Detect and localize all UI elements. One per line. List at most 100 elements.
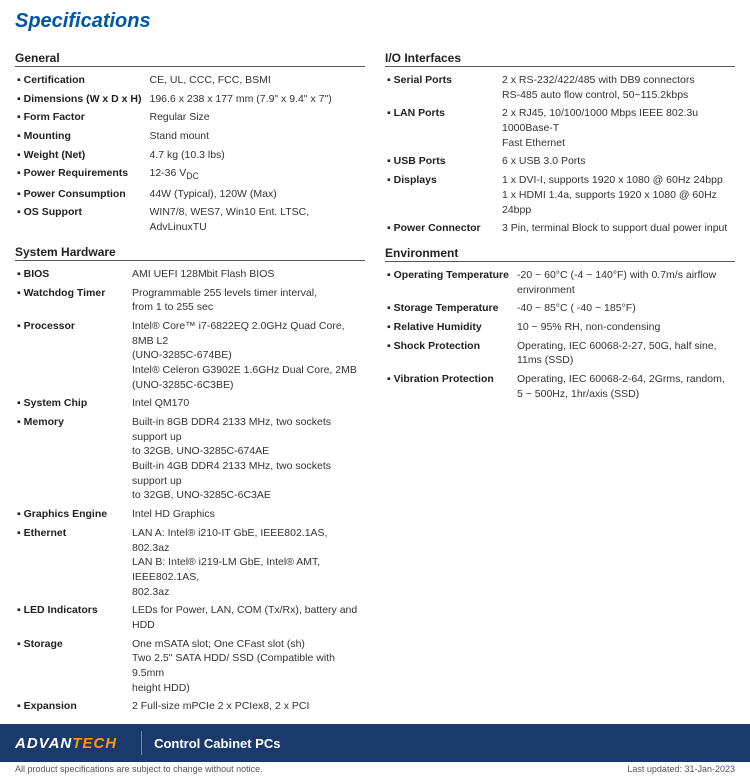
table-row: Relative Humidity10 ~ 95% RH, non-conden… [385,318,735,337]
spec-value: Operating, IEC 60068-2-64, 2Grms, random… [515,370,735,403]
spec-value: AMI UEFI 128Mbit Flash BIOS [130,265,365,284]
spec-label: Serial Ports [385,71,500,104]
spec-label: Relative Humidity [385,318,515,337]
spec-value: 10 ~ 95% RH, non-condensing [515,318,735,337]
spec-value: Intel QM170 [130,394,365,413]
spec-label: Weight (Net) [15,146,148,165]
spec-value: 4.7 kg (10.3 lbs) [148,146,366,165]
table-row: Graphics EngineIntel HD Graphics [15,505,365,524]
spec-value: 44W (Typical), 120W (Max) [148,185,366,204]
page-title: Specifications [15,10,735,33]
table-row: Watchdog TimerProgrammable 255 levels ti… [15,284,365,317]
table-row: OS SupportWIN7/8, WES7, Win10 Ent. LTSC,… [15,203,365,236]
page: Specifications General CertificationCE, … [0,0,750,776]
footer-logo: ADVANTECH [15,735,117,752]
spec-value: Regular Size [148,108,366,127]
spec-label: USB Ports [385,152,500,171]
spec-label: Storage [15,635,130,698]
spec-value: 1 x DVI-I, supports 1920 x 1080 @ 60Hz 2… [500,171,735,219]
spec-value: Built-in 8GB DDR4 2133 MHz, two sockets … [130,413,365,505]
section-general: General [15,51,365,67]
spec-label: Ethernet [15,524,130,601]
table-row: USB Ports6 x USB 3.0 Ports [385,152,735,171]
footer-bar: ADVANTECH Control Cabinet PCs [0,724,750,762]
spec-label: Shock Protection [385,337,515,370]
spec-value: LEDs for Power, LAN, COM (Tx/Rx), batter… [130,601,365,634]
spec-value: 12-36 VDC [148,164,366,184]
spec-label: Watchdog Timer [15,284,130,317]
spec-label: Certification [15,71,148,90]
spec-value: -20 ~ 60°C (-4 ~ 140°F) with 0.7m/s airf… [515,266,735,299]
columns: General CertificationCE, UL, CCC, FCC, B… [15,43,735,716]
table-row: Serial Ports2 x RS-232/422/485 with DB9 … [385,71,735,104]
table-row: CertificationCE, UL, CCC, FCC, BSMI [15,71,365,90]
col-left: General CertificationCE, UL, CCC, FCC, B… [15,43,365,716]
table-row: Weight (Net)4.7 kg (10.3 lbs) [15,146,365,165]
spec-label: Vibration Protection [385,370,515,403]
spec-label: Power Consumption [15,185,148,204]
spec-value: -40 ~ 85°C ( -40 ~ 185°F) [515,299,735,318]
spec-label: Storage Temperature [385,299,515,318]
footer-product: Control Cabinet PCs [154,736,280,751]
spec-value: 3 Pin, terminal Block to support dual po… [500,219,735,238]
table-row: Expansion2 Full-size mPCIe 2 x PCIex8, 2… [15,697,365,716]
section-env: Environment [385,246,735,262]
system-table: BIOSAMI UEFI 128Mbit Flash BIOSWatchdog … [15,265,365,716]
footer-note-right: Last updated: 31-Jan-2023 [627,764,735,774]
spec-label: Power Connector [385,219,500,238]
spec-label: Operating Temperature [385,266,515,299]
table-row: LED IndicatorsLEDs for Power, LAN, COM (… [15,601,365,634]
spec-value: Stand mount [148,127,366,146]
spec-label: OS Support [15,203,148,236]
table-row: Shock ProtectionOperating, IEC 60068-2-2… [385,337,735,370]
col-right: I/O Interfaces Serial Ports2 x RS-232/42… [385,43,735,716]
table-row: EthernetLAN A: Intel® i210-IT GbE, IEEE8… [15,524,365,601]
table-row: BIOSAMI UEFI 128Mbit Flash BIOS [15,265,365,284]
spec-label: BIOS [15,265,130,284]
spec-label: LED Indicators [15,601,130,634]
section-io: I/O Interfaces [385,51,735,67]
spec-value: Intel HD Graphics [130,505,365,524]
spec-value: 6 x USB 3.0 Ports [500,152,735,171]
spec-value: WIN7/8, WES7, Win10 Ent. LTSC, AdvLinuxT… [148,203,366,236]
footer-note-left: All product specifications are subject t… [15,764,263,774]
spec-label: Form Factor [15,108,148,127]
footer-divider [141,731,142,755]
spec-value: 2 Full-size mPCIe 2 x PCIex8, 2 x PCI [130,697,365,716]
spec-value: Programmable 255 levels timer interval,f… [130,284,365,317]
table-row: Power Consumption44W (Typical), 120W (Ma… [15,185,365,204]
table-row: ProcessorIntel® Core™ i7-6822EQ 2.0GHz Q… [15,317,365,394]
main-content: Specifications General CertificationCE, … [0,0,750,724]
spec-label: System Chip [15,394,130,413]
table-row: Vibration ProtectionOperating, IEC 60068… [385,370,735,403]
spec-label: Displays [385,171,500,219]
section-system: System Hardware [15,245,365,261]
spec-value: 2 x RS-232/422/485 with DB9 connectorsRS… [500,71,735,104]
spec-value: Operating, IEC 60068-2-27, 50G, half sin… [515,337,735,370]
env-table: Operating Temperature-20 ~ 60°C (-4 ~ 14… [385,266,735,404]
table-row: Displays1 x DVI-I, supports 1920 x 1080 … [385,171,735,219]
spec-label: Expansion [15,697,130,716]
spec-value: 2 x RJ45, 10/100/1000 Mbps IEEE 802.3u 1… [500,104,735,152]
table-row: StorageOne mSATA slot; One CFast slot (s… [15,635,365,698]
table-row: LAN Ports2 x RJ45, 10/100/1000 Mbps IEEE… [385,104,735,152]
table-row: Form FactorRegular Size [15,108,365,127]
spec-value: 196.6 x 238 x 177 mm (7.9" x 9.4" x 7") [148,90,366,109]
spec-label: Dimensions (W x D x H) [15,90,148,109]
spec-label: Power Requirements [15,164,148,184]
table-row: Dimensions (W x D x H)196.6 x 238 x 177 … [15,90,365,109]
spec-value: One mSATA slot; One CFast slot (sh)Two 2… [130,635,365,698]
table-row: Operating Temperature-20 ~ 60°C (-4 ~ 14… [385,266,735,299]
spec-label: LAN Ports [385,104,500,152]
table-row: MountingStand mount [15,127,365,146]
spec-label: Graphics Engine [15,505,130,524]
logo-tech: TECH [72,735,117,752]
spec-label: Memory [15,413,130,505]
io-table: Serial Ports2 x RS-232/422/485 with DB9 … [385,71,735,238]
logo-van: VAN [39,735,73,752]
spec-label: Mounting [15,127,148,146]
table-row: Storage Temperature-40 ~ 85°C ( -40 ~ 18… [385,299,735,318]
table-row: Power Connector3 Pin, terminal Block to … [385,219,735,238]
table-row: System ChipIntel QM170 [15,394,365,413]
table-row: Power Requirements12-36 VDC [15,164,365,184]
